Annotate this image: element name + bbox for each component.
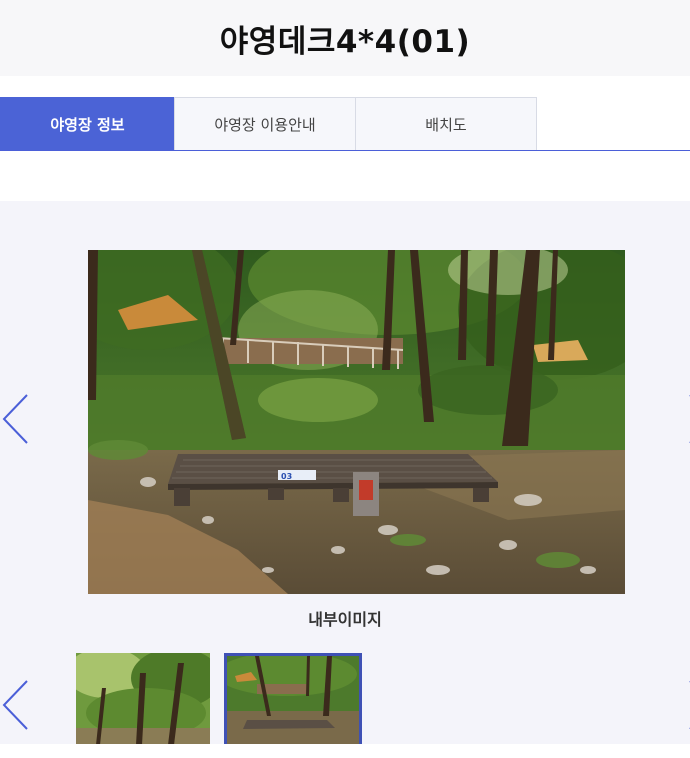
deck-thumbnail-image [227, 656, 359, 744]
tab-campsite-info[interactable]: 야영장 정보 [0, 97, 175, 150]
forest-thumbnail-image [76, 653, 210, 744]
main-photo: 03 [88, 250, 625, 594]
main-prev-button[interactable] [0, 389, 44, 449]
thumbnail-prev-button[interactable] [0, 675, 44, 735]
title-bar: 야영데크4*4(01) [0, 0, 690, 76]
campsite-deck-photo: 03 [88, 250, 625, 594]
photo-caption: 내부이미지 [308, 610, 382, 629]
tab-usage-guide[interactable]: 야영장 이용안내 [174, 97, 356, 150]
tab-layout-map[interactable]: 배치도 [355, 97, 537, 150]
tab-bar: 야영장 정보 야영장 이용안내 배치도 [0, 97, 690, 151]
thumbnail-2-selected[interactable] [224, 653, 362, 744]
chevron-right-icon [689, 681, 690, 729]
thumbnail-next-button[interactable] [676, 675, 690, 735]
chevron-left-icon [2, 680, 28, 730]
thumbnail-strip [76, 653, 676, 744]
photo-gallery: 03 내부이미지 [0, 201, 690, 744]
thumbnail-1[interactable] [76, 653, 210, 744]
main-next-button[interactable] [676, 389, 690, 449]
page-title: 야영데크4*4(01) [219, 23, 471, 60]
chevron-left-icon [2, 394, 28, 444]
bottom-spacer [0, 744, 690, 758]
chevron-right-icon [689, 395, 690, 443]
svg-text:03: 03 [281, 472, 292, 481]
